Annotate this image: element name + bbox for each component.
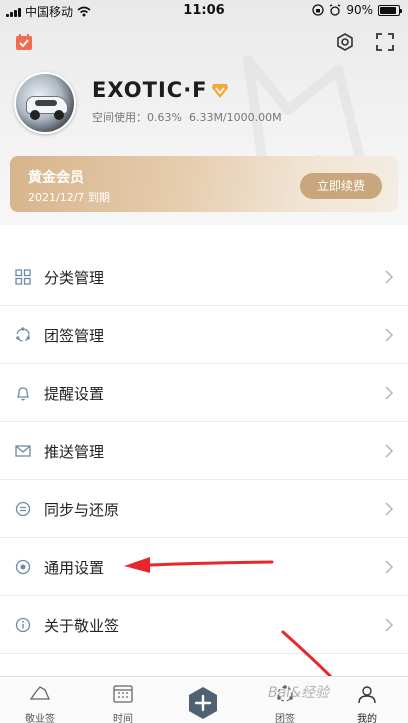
tab-label: 敬业签 (25, 714, 55, 723)
boat-icon (29, 686, 51, 700)
tab-label: 我的 (357, 714, 377, 723)
chevron-right-icon (385, 270, 394, 284)
chevron-right-icon (385, 502, 394, 516)
menu-item-label: 推送管理 (44, 443, 105, 461)
status-bar: 中国移动 11:06 90% (0, 0, 408, 22)
storage-used: 6.33M/1000.00M (188, 111, 282, 124)
menu-item-label: 同步与还原 (44, 501, 120, 519)
menu-item-label: 提醒设置 (44, 385, 105, 403)
menu-item-general-settings[interactable]: 通用设置 (0, 538, 408, 596)
menu-item-category-management[interactable]: 分类管理 (0, 248, 408, 306)
watermark: Bai&经验 (268, 685, 329, 701)
chevron-right-icon (385, 560, 394, 574)
chevron-right-icon (385, 618, 394, 632)
calendar-grid-icon (113, 685, 133, 703)
vip-title: 黄金会员 (28, 170, 84, 186)
menu-item-team-management[interactable]: 团签管理 (0, 306, 408, 364)
battery-icon (378, 4, 402, 16)
vip-membership-card[interactable]: 黄金会员 2021/12/7 到期 立即续费 (10, 156, 398, 212)
tab-label: 团签 (275, 714, 295, 723)
vip-expire-date: 2021/12/7 到期 (28, 191, 110, 204)
chevron-right-icon (385, 444, 394, 458)
radio-icon (15, 559, 31, 575)
renew-button[interactable]: 立即续费 (300, 173, 382, 199)
bell-icon (16, 387, 30, 401)
add-note-button[interactable] (186, 686, 220, 720)
menu-item-label: 关于敬业签 (44, 617, 120, 635)
tab-label: 时间 (113, 714, 133, 723)
profile-section: EXOTIC·F 空间使用：0.63% 6.33M/1000.00M (0, 68, 408, 148)
fullscreen-icon[interactable] (375, 32, 395, 52)
orientation-lock-icon (312, 4, 324, 16)
storage-label: 空间使用： (92, 111, 147, 124)
menu-item-label: 分类管理 (44, 269, 105, 287)
menu-item-about[interactable]: 关于敬业签 (0, 596, 408, 654)
info-icon (15, 617, 31, 633)
tab-jingyeqian[interactable]: 敬业签 (5, 677, 75, 723)
sync-icon (15, 501, 31, 517)
settings-hex-icon[interactable] (335, 32, 355, 52)
menu-item-sync-restore[interactable]: 同步与还原 (0, 480, 408, 538)
chevron-right-icon (385, 328, 394, 342)
settings-menu: 分类管理 团签管理 提醒设置 推送管理 同步与还原 通用设置 关于敬业签 (0, 248, 408, 654)
menu-item-label: 团签管理 (44, 327, 105, 345)
calendar-check-icon[interactable] (14, 32, 34, 52)
mail-icon (15, 445, 31, 457)
menu-item-reminder-settings[interactable]: 提醒设置 (0, 364, 408, 422)
person-icon (358, 686, 376, 704)
vip-diamond-icon (212, 84, 228, 98)
tab-mine[interactable]: 我的 (332, 677, 402, 723)
avatar[interactable] (14, 72, 76, 134)
username: EXOTIC·F (92, 78, 208, 102)
grid-icon (15, 269, 31, 285)
storage-percent: 0.63% (147, 111, 182, 124)
menu-item-push-management[interactable]: 推送管理 (0, 422, 408, 480)
battery-percent: 90% (346, 3, 373, 17)
chevron-right-icon (385, 386, 394, 400)
team-icon (16, 327, 30, 342)
storage-usage: 空间使用：0.63% 6.33M/1000.00M (92, 109, 282, 125)
menu-item-label: 通用设置 (44, 559, 105, 577)
tab-time[interactable]: 时间 (88, 677, 158, 723)
alarm-icon (330, 4, 341, 16)
